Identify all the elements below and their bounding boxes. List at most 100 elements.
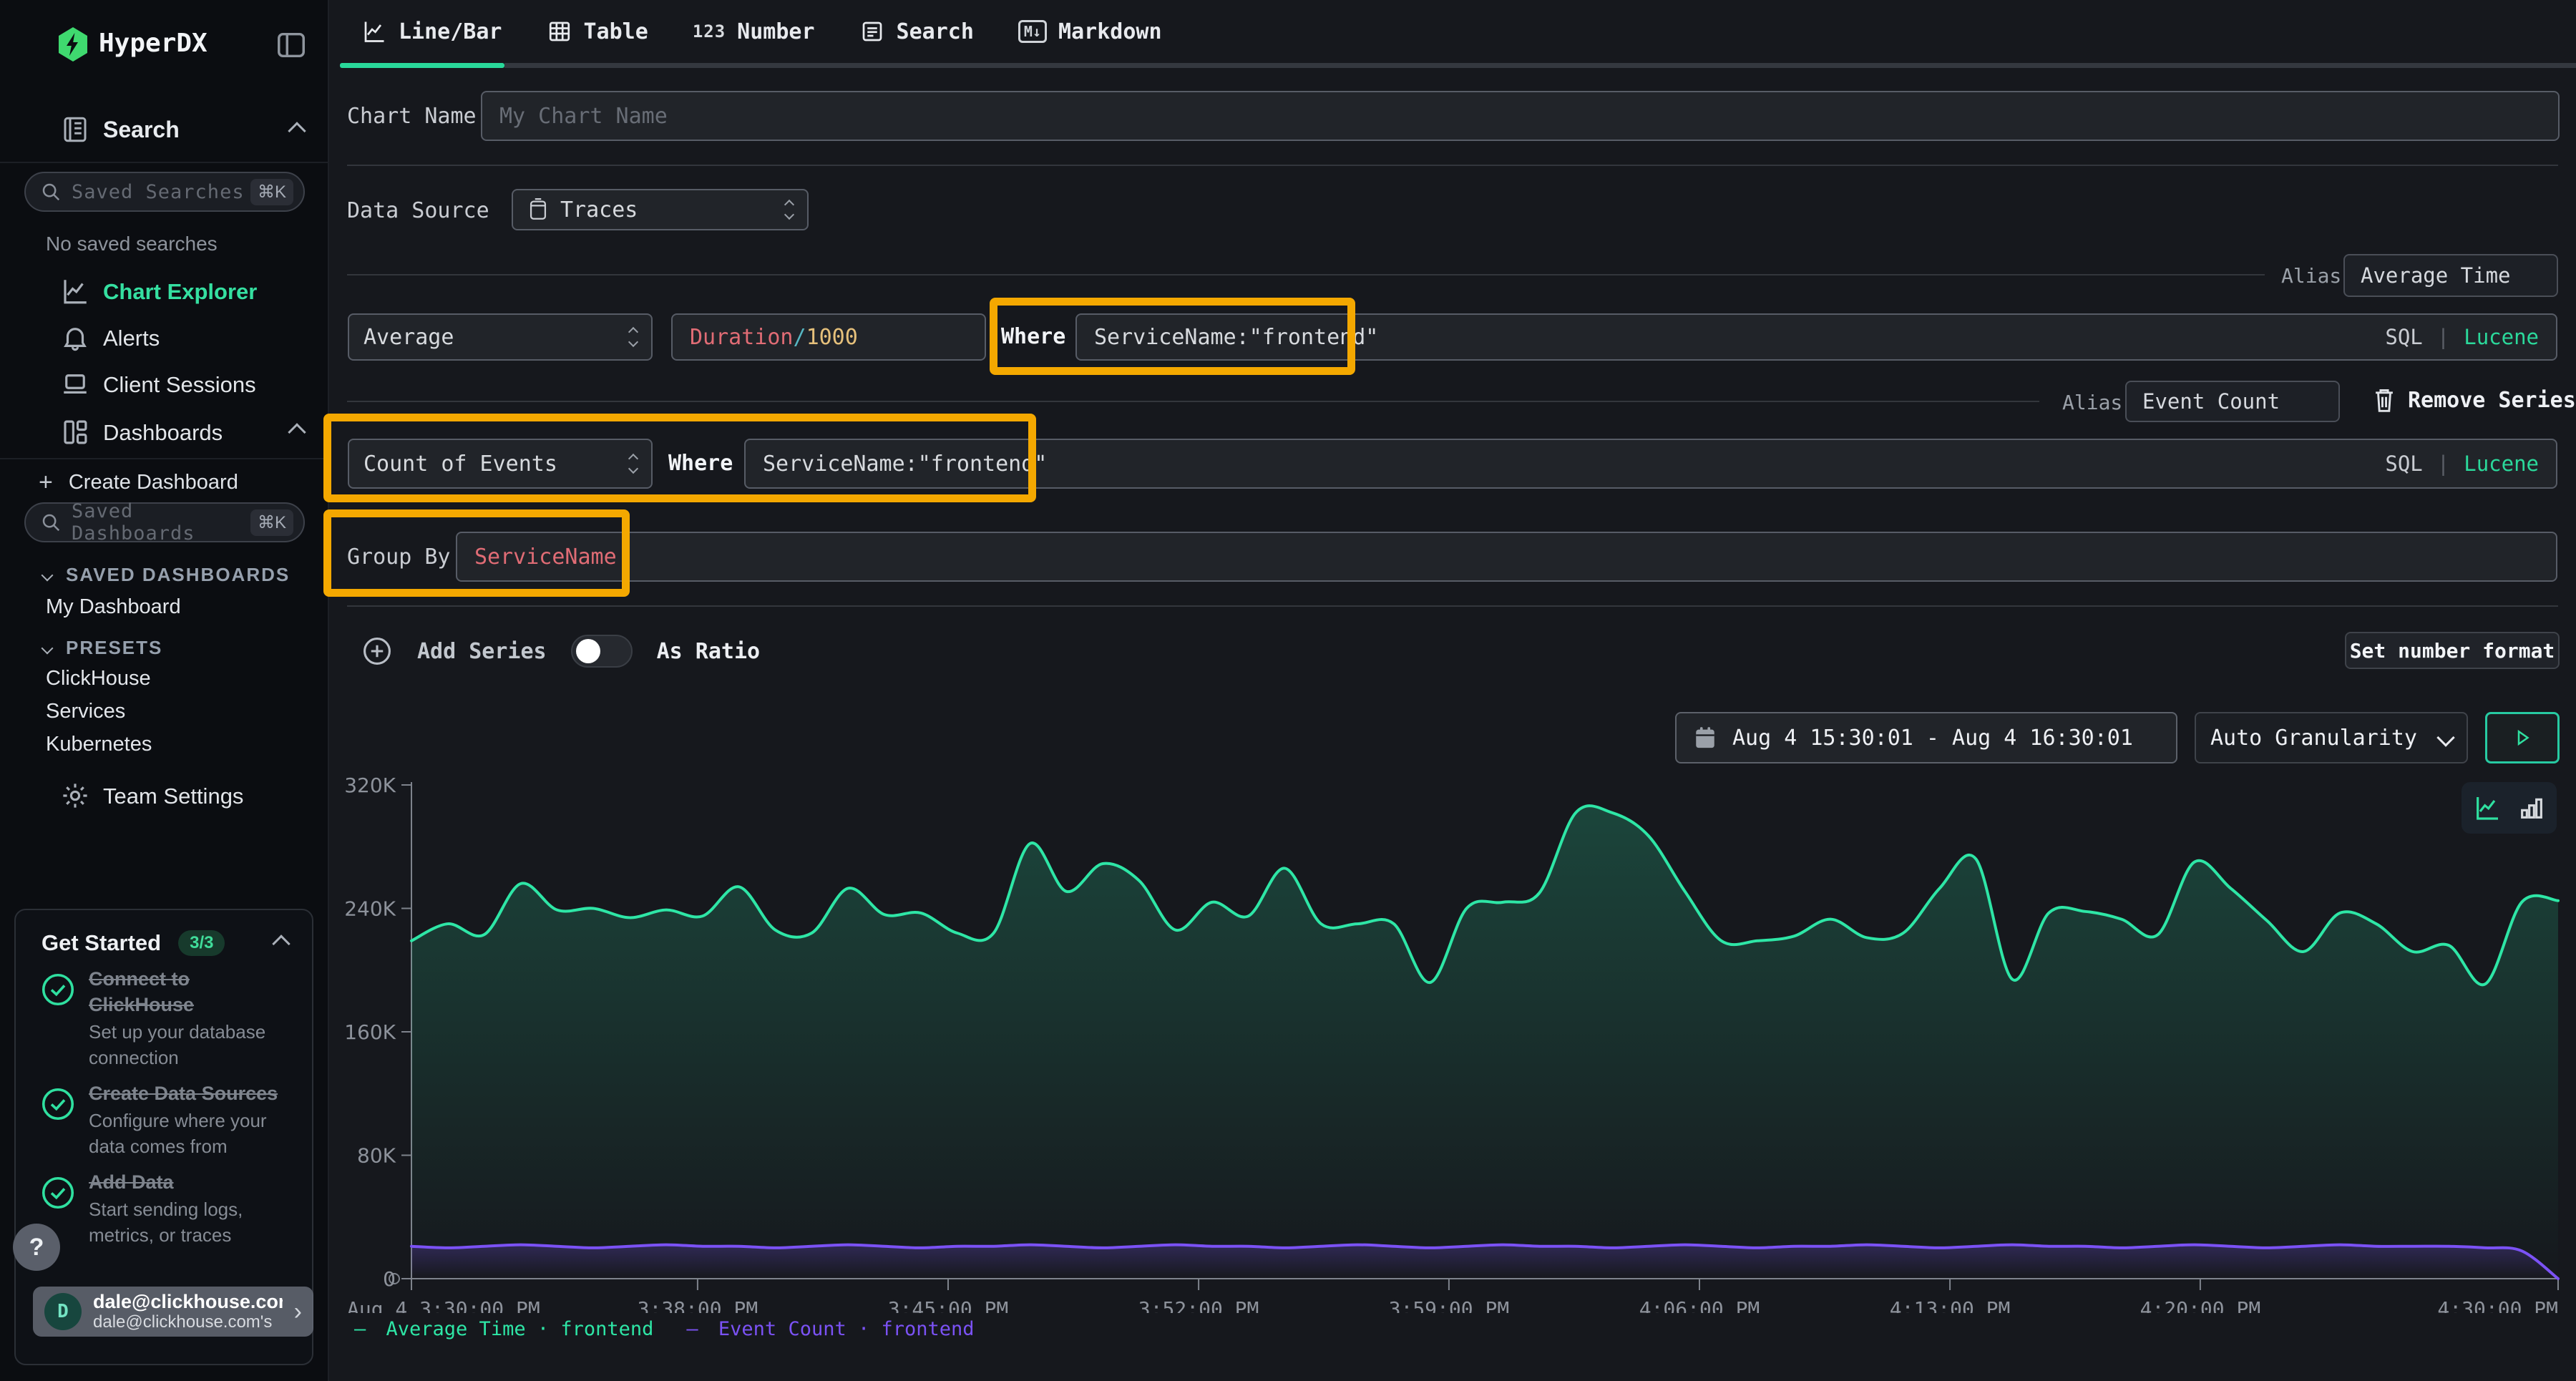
chart-legend: — Average Time · frontend — Event Count … <box>354 1318 975 1340</box>
remove-series-button[interactable]: Remove Series <box>2372 386 2576 414</box>
add-series-button[interactable]: Add Series As Ratio <box>361 635 760 668</box>
sql-mode-button[interactable]: SQL <box>2385 452 2422 476</box>
series-2-alias-input[interactable]: Event Count <box>2125 381 2340 422</box>
series-1-where-input[interactable]: ServiceName:"frontend" SQL | Lucene <box>1075 313 2557 361</box>
active-tab-indicator <box>340 63 504 68</box>
shortcut-badge: ⌘K <box>250 509 293 536</box>
sidebar-item-dashboards[interactable]: Dashboards <box>0 413 328 454</box>
series-2-aggregation-select[interactable]: Count of Events <box>348 439 653 489</box>
chevron-down-icon <box>42 642 54 654</box>
main-content: Line/Bar Table 123 Number Search M↓ Mark… <box>329 0 2576 1381</box>
hyperdx-app: HyperDX Search Saved Searches ⌘K No save… <box>0 0 2576 1381</box>
lucene-mode-button[interactable]: Lucene <box>2464 452 2539 476</box>
divider <box>347 605 2558 607</box>
svg-text:3:38:00 PM: 3:38:00 PM <box>638 1297 758 1313</box>
tab-search[interactable]: Search <box>859 19 974 44</box>
series-1-alias-input[interactable]: Average Time <box>2343 254 2558 297</box>
avatar: D <box>44 1293 82 1330</box>
as-ratio-toggle[interactable] <box>571 635 633 668</box>
get-started-item[interactable]: Add Data Start sending logs, metrics, or… <box>37 1169 295 1248</box>
group-by-label: Group By <box>347 545 451 570</box>
saved-searches-input[interactable]: Saved Searches ⌘K <box>24 172 305 212</box>
chart-name-input[interactable]: My Chart Name <box>481 91 2560 141</box>
alias-label: Alias <box>2281 264 2341 288</box>
lucene-mode-button[interactable]: Lucene <box>2464 325 2539 349</box>
divider <box>0 162 329 163</box>
get-started-item[interactable]: Connect to ClickHouse Set up your databa… <box>37 966 295 1070</box>
sidebar-item-my-dashboard[interactable]: My Dashboard <box>46 595 181 619</box>
svg-text:3:45:00 PM: 3:45:00 PM <box>888 1297 1009 1313</box>
help-button[interactable]: ? <box>13 1224 60 1271</box>
chevron-up-icon[interactable] <box>272 935 290 952</box>
tab-line-bar[interactable]: Line/Bar <box>361 19 502 44</box>
get-started-title: Get Started <box>42 930 161 956</box>
create-dashboard-button[interactable]: + Create Dashboard <box>39 469 238 497</box>
circle-plus-icon <box>361 635 393 667</box>
chevron-right-icon: › <box>294 1298 302 1326</box>
table-icon <box>547 19 572 44</box>
lang-divider: | <box>2437 325 2449 349</box>
series-1-field-input[interactable]: Duration/1000 <box>671 313 986 361</box>
sidebar-item-services[interactable]: Services <box>46 700 125 723</box>
sidebar-item-team-settings[interactable]: Team Settings <box>0 776 328 818</box>
number-123-icon: 123 <box>693 21 726 42</box>
saved-dashboards-placeholder: Saved Dashboards <box>72 500 250 545</box>
sidebar-item-clickhouse[interactable]: ClickHouse <box>46 667 151 690</box>
sidebar-item-client-sessions[interactable]: Client Sessions <box>0 365 328 406</box>
user-subtitle: dale@clickhouse.com's <box>93 1312 283 1332</box>
divider <box>347 274 2265 275</box>
chevron-up-icon <box>288 122 306 140</box>
user-menu[interactable]: D dale@clickhouse.com dale@clickhouse.co… <box>33 1287 313 1337</box>
get-started-item[interactable]: Create Data Sources Configure where your… <box>37 1080 295 1159</box>
chevron-down-icon <box>42 569 54 581</box>
sidebar-item-chart-explorer[interactable]: Chart Explorer <box>0 272 328 313</box>
alias-label: Alias <box>2062 391 2122 414</box>
check-circle-icon <box>39 970 77 1012</box>
line-chart-icon <box>361 19 387 44</box>
data-source-select[interactable]: Traces <box>512 189 809 230</box>
search-icon <box>40 181 62 202</box>
hyperdx-logo-icon <box>56 26 90 66</box>
saved-dashboards-group-header[interactable]: SAVED DASHBOARDS <box>43 564 290 586</box>
svg-text:160K: 160K <box>344 1020 396 1044</box>
create-dashboard-label: Create Dashboard <box>69 471 238 494</box>
legend-item[interactable]: — Event Count · frontend <box>686 1318 974 1340</box>
group-by-input[interactable]: ServiceName <box>456 532 2557 582</box>
saved-dashboards-input[interactable]: Saved Dashboards ⌘K <box>24 502 305 542</box>
svg-text:3:59:00 PM: 3:59:00 PM <box>1389 1297 1510 1313</box>
plus-icon: + <box>39 469 53 497</box>
sidebar-item-label: Dashboards <box>103 420 223 446</box>
svg-text:240K: 240K <box>344 897 396 921</box>
sidebar-item-alerts[interactable]: Alerts <box>0 318 328 360</box>
run-query-button[interactable] <box>2485 712 2560 763</box>
get-started-progress-badge: 3/3 <box>178 930 225 956</box>
series-1-aggregation-select[interactable]: Average <box>348 313 653 361</box>
play-icon <box>2512 727 2533 748</box>
search-section-icon <box>60 114 90 147</box>
granularity-select[interactable]: Auto Granularity <box>2195 712 2468 763</box>
database-icon <box>527 197 549 222</box>
svg-text:3:52:00 PM: 3:52:00 PM <box>1138 1297 1259 1313</box>
chevron-up-icon <box>288 423 306 441</box>
series-2-where-input[interactable]: ServiceName:"frontend" SQL | Lucene <box>744 439 2557 489</box>
as-ratio-label: As Ratio <box>657 639 761 664</box>
legend-item[interactable]: — Average Time · frontend <box>354 1318 653 1340</box>
sidebar: HyperDX Search Saved Searches ⌘K No save… <box>0 0 329 1381</box>
tab-table[interactable]: Table <box>547 19 648 44</box>
sql-mode-button[interactable]: SQL <box>2385 325 2422 349</box>
set-number-format-button[interactable]: Set number format <box>2345 632 2560 669</box>
presets-group-header[interactable]: PRESETS <box>43 637 162 659</box>
search-section-header[interactable]: Search <box>0 109 328 152</box>
sidebar-collapse-icon[interactable] <box>275 29 308 62</box>
tab-number[interactable]: 123 Number <box>693 19 815 44</box>
select-chevrons-icon <box>786 201 793 218</box>
time-range-input[interactable]: Aug 4 15:30:01 - Aug 4 16:30:01 <box>1675 712 2177 763</box>
select-chevrons-icon <box>630 328 637 346</box>
tab-markdown[interactable]: M↓ Markdown <box>1018 19 1162 44</box>
chart-type-tabs: Line/Bar Table 123 Number Search M↓ Mark… <box>329 0 2576 74</box>
svg-text:4:13:00 PM: 4:13:00 PM <box>1890 1297 2011 1313</box>
sidebar-item-label: Chart Explorer <box>103 279 257 305</box>
sidebar-item-kubernetes[interactable]: Kubernetes <box>46 733 152 756</box>
timeseries-chart[interactable]: 080K160K240K320KAug 4 3:30:00 PM3:38:00 … <box>329 776 2576 1313</box>
select-chevrons-icon <box>630 455 637 472</box>
